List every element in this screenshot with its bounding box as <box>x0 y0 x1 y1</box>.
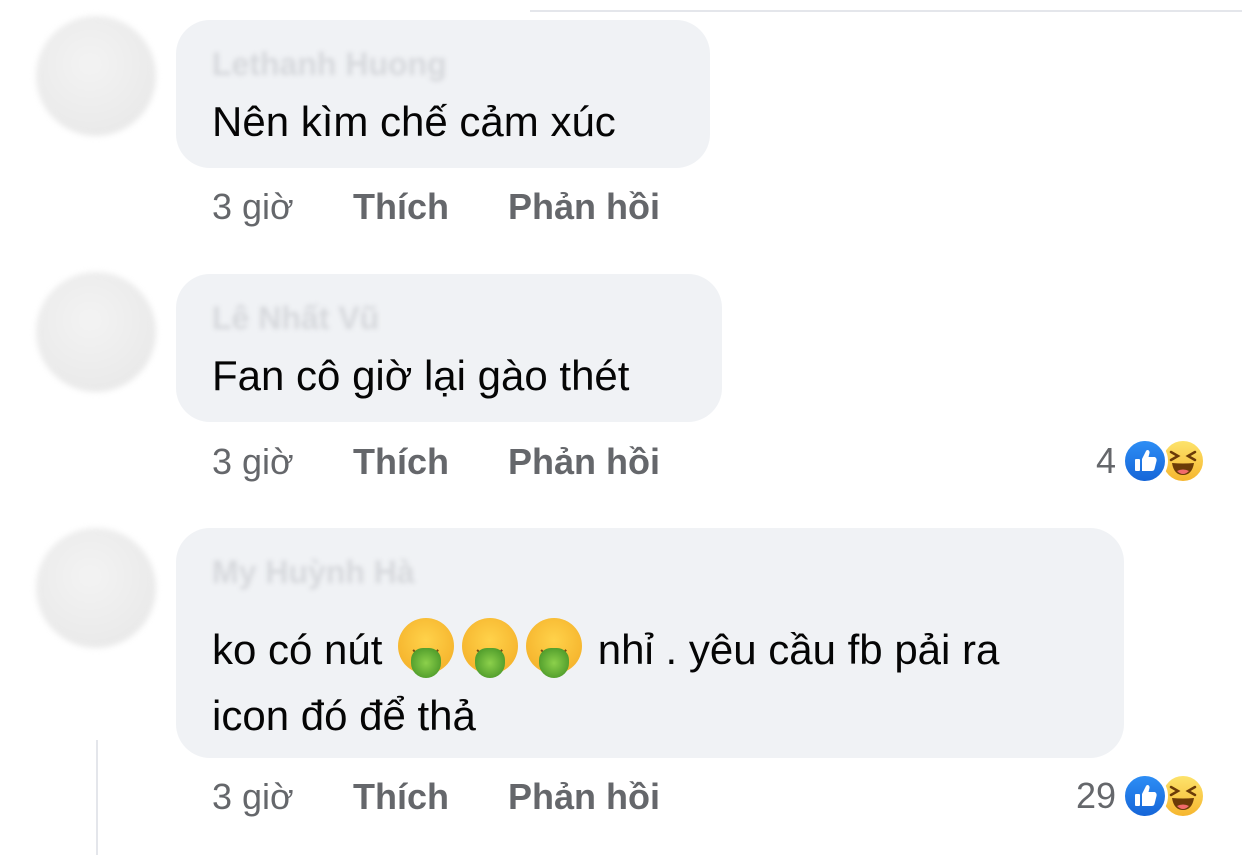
comment-bubble: Lê Nhất Vũ Fan cô giờ lại gào thét <box>176 274 722 422</box>
like-icon <box>1122 438 1168 484</box>
like-button[interactable]: Thích <box>353 776 449 818</box>
like-icon <box>1122 773 1168 819</box>
avatar[interactable] <box>36 272 156 392</box>
comment-text: Fan cô giờ lại gào thét <box>212 352 630 399</box>
comment-text-start: ko có nút <box>212 626 383 673</box>
top-divider <box>530 10 1242 12</box>
comment-time[interactable]: 3 giờ <box>212 186 294 228</box>
reply-button[interactable]: Phản hồi <box>508 776 660 818</box>
comment-author[interactable]: My Huỳnh Hà <box>212 554 415 591</box>
comment-bubble: My Huỳnh Hà ko có nút nhỉ . yêu cầu fb p… <box>176 528 1124 758</box>
reaction-count: 4 <box>1095 440 1116 481</box>
comment-time[interactable]: 3 giờ <box>212 441 294 483</box>
comment-text-line1: ko có nút nhỉ . yêu cầu fb pải ra <box>212 618 1000 684</box>
comment-author[interactable]: Lethanh Huong <box>212 46 447 83</box>
reaction-summary[interactable]: 4 <box>1096 438 1206 484</box>
reply-button[interactable]: Phản hồi <box>508 186 660 228</box>
comment-text-line2: icon đó để thả <box>212 692 476 739</box>
comment-text-end: nhỉ . yêu cầu fb pải ra <box>597 626 1000 673</box>
comment-bubble: Lethanh Huong Nên kìm chế cảm xúc <box>176 20 710 168</box>
reply-button[interactable]: Phản hồi <box>508 441 660 483</box>
face-vomiting-emoji <box>462 618 519 684</box>
avatar[interactable] <box>36 16 156 136</box>
reaction-summary[interactable]: 29 <box>1076 773 1206 819</box>
reply-thread-line <box>96 740 98 855</box>
reaction-count: 29 <box>1075 775 1116 816</box>
avatar[interactable] <box>36 528 156 648</box>
face-vomiting-emoji <box>398 618 455 684</box>
comment-author[interactable]: Lê Nhất Vũ <box>212 300 379 337</box>
comment-time[interactable]: 3 giờ <box>212 776 294 818</box>
face-vomiting-emoji <box>526 618 583 684</box>
comment-text: Nên kìm chế cảm xúc <box>212 98 616 145</box>
like-button[interactable]: Thích <box>353 441 449 483</box>
like-button[interactable]: Thích <box>353 186 449 228</box>
